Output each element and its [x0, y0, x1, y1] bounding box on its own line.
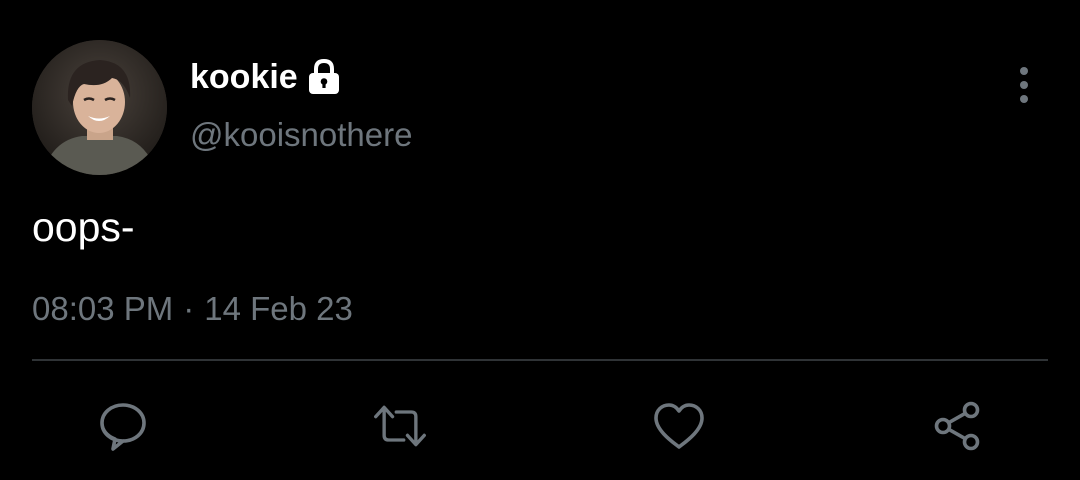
user-handle[interactable]: @kooisnothere	[190, 116, 412, 154]
divider	[32, 359, 1048, 361]
comment-icon	[100, 403, 146, 451]
retweet-icon	[374, 405, 426, 447]
heart-icon	[654, 403, 704, 449]
reply-button[interactable]	[95, 398, 151, 454]
avatar[interactable]	[32, 40, 167, 175]
share-icon	[934, 401, 980, 451]
avatar-image	[32, 40, 167, 175]
more-vertical-icon[interactable]	[1006, 64, 1042, 106]
tweet-date: 14 Feb 23	[204, 290, 353, 327]
retweet-button[interactable]	[372, 398, 428, 454]
tweet-text: oops-	[32, 204, 135, 250]
display-name-row: kookie	[190, 56, 342, 98]
tweet-detail: kookie @kooisnothere oops- 08:03 PM · 14…	[0, 0, 1080, 480]
display-name[interactable]: kookie	[190, 58, 298, 97]
like-button[interactable]	[651, 398, 707, 454]
lock-icon	[306, 58, 342, 96]
share-button[interactable]	[929, 398, 985, 454]
tweet-time: 08:03 PM	[32, 290, 174, 327]
tweet-timestamp[interactable]: 08:03 PM · 14 Feb 23	[32, 290, 353, 328]
meta-separator: ·	[183, 290, 195, 327]
